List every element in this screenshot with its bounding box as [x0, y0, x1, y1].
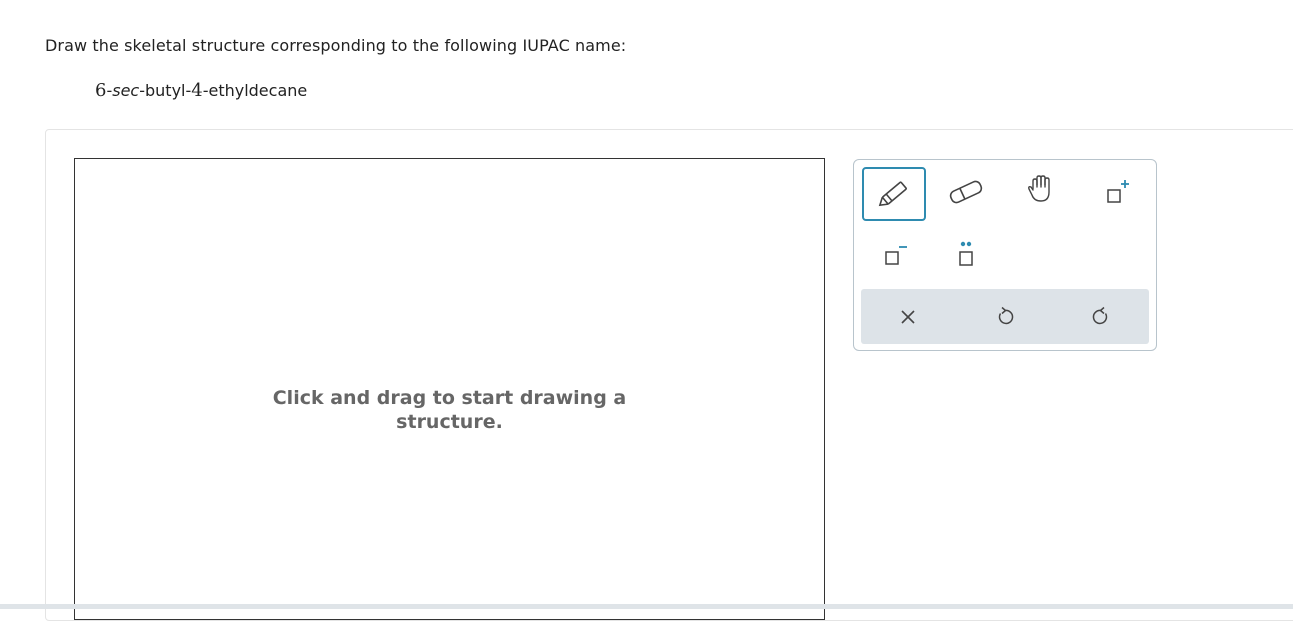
hand-tool-button[interactable]	[1009, 164, 1073, 216]
question-prompt: Draw the skeletal structure correspondin…	[45, 36, 627, 55]
bottom-bar	[0, 604, 1293, 609]
pencil-tool-button[interactable]	[862, 167, 926, 221]
toolbox-actions	[861, 289, 1149, 344]
undo-button[interactable]	[975, 289, 1035, 344]
pencil-icon	[874, 178, 914, 210]
add-charge-tool-button[interactable]	[1084, 166, 1148, 218]
redo-button[interactable]	[1071, 289, 1131, 344]
compound-part-2: -butyl-	[139, 81, 192, 100]
hand-icon	[1023, 173, 1059, 207]
redo-icon	[1090, 306, 1112, 328]
drawing-toolbox	[853, 159, 1157, 351]
lone-pair-tool-button[interactable]	[934, 228, 998, 280]
canvas-hint-line-2: structure.	[396, 411, 503, 433]
eraser-icon	[946, 176, 986, 208]
canvas-hint: Click and drag to start drawing a struct…	[75, 386, 824, 434]
lone-pair-icon	[948, 238, 984, 270]
canvas-hint-line-1: Click and drag to start drawing a	[272, 387, 627, 409]
compound-name: 6-sec-butyl-4-ethyldecane	[95, 80, 307, 101]
subtract-charge-icon	[876, 238, 912, 270]
eraser-tool-button[interactable]	[934, 166, 998, 218]
add-charge-icon	[1098, 176, 1134, 208]
clear-button[interactable]	[878, 289, 938, 344]
compound-part-3: -ethyldecane	[202, 81, 308, 100]
drawing-canvas[interactable]: Click and drag to start drawing a struct…	[74, 158, 825, 620]
compound-italic-prefix: sec	[112, 81, 140, 100]
subtract-charge-tool-button[interactable]	[862, 228, 926, 280]
undo-icon	[994, 306, 1016, 328]
compound-locant-2: 4	[191, 80, 203, 101]
compound-locant-1: 6	[95, 80, 107, 101]
clear-icon	[898, 307, 918, 327]
